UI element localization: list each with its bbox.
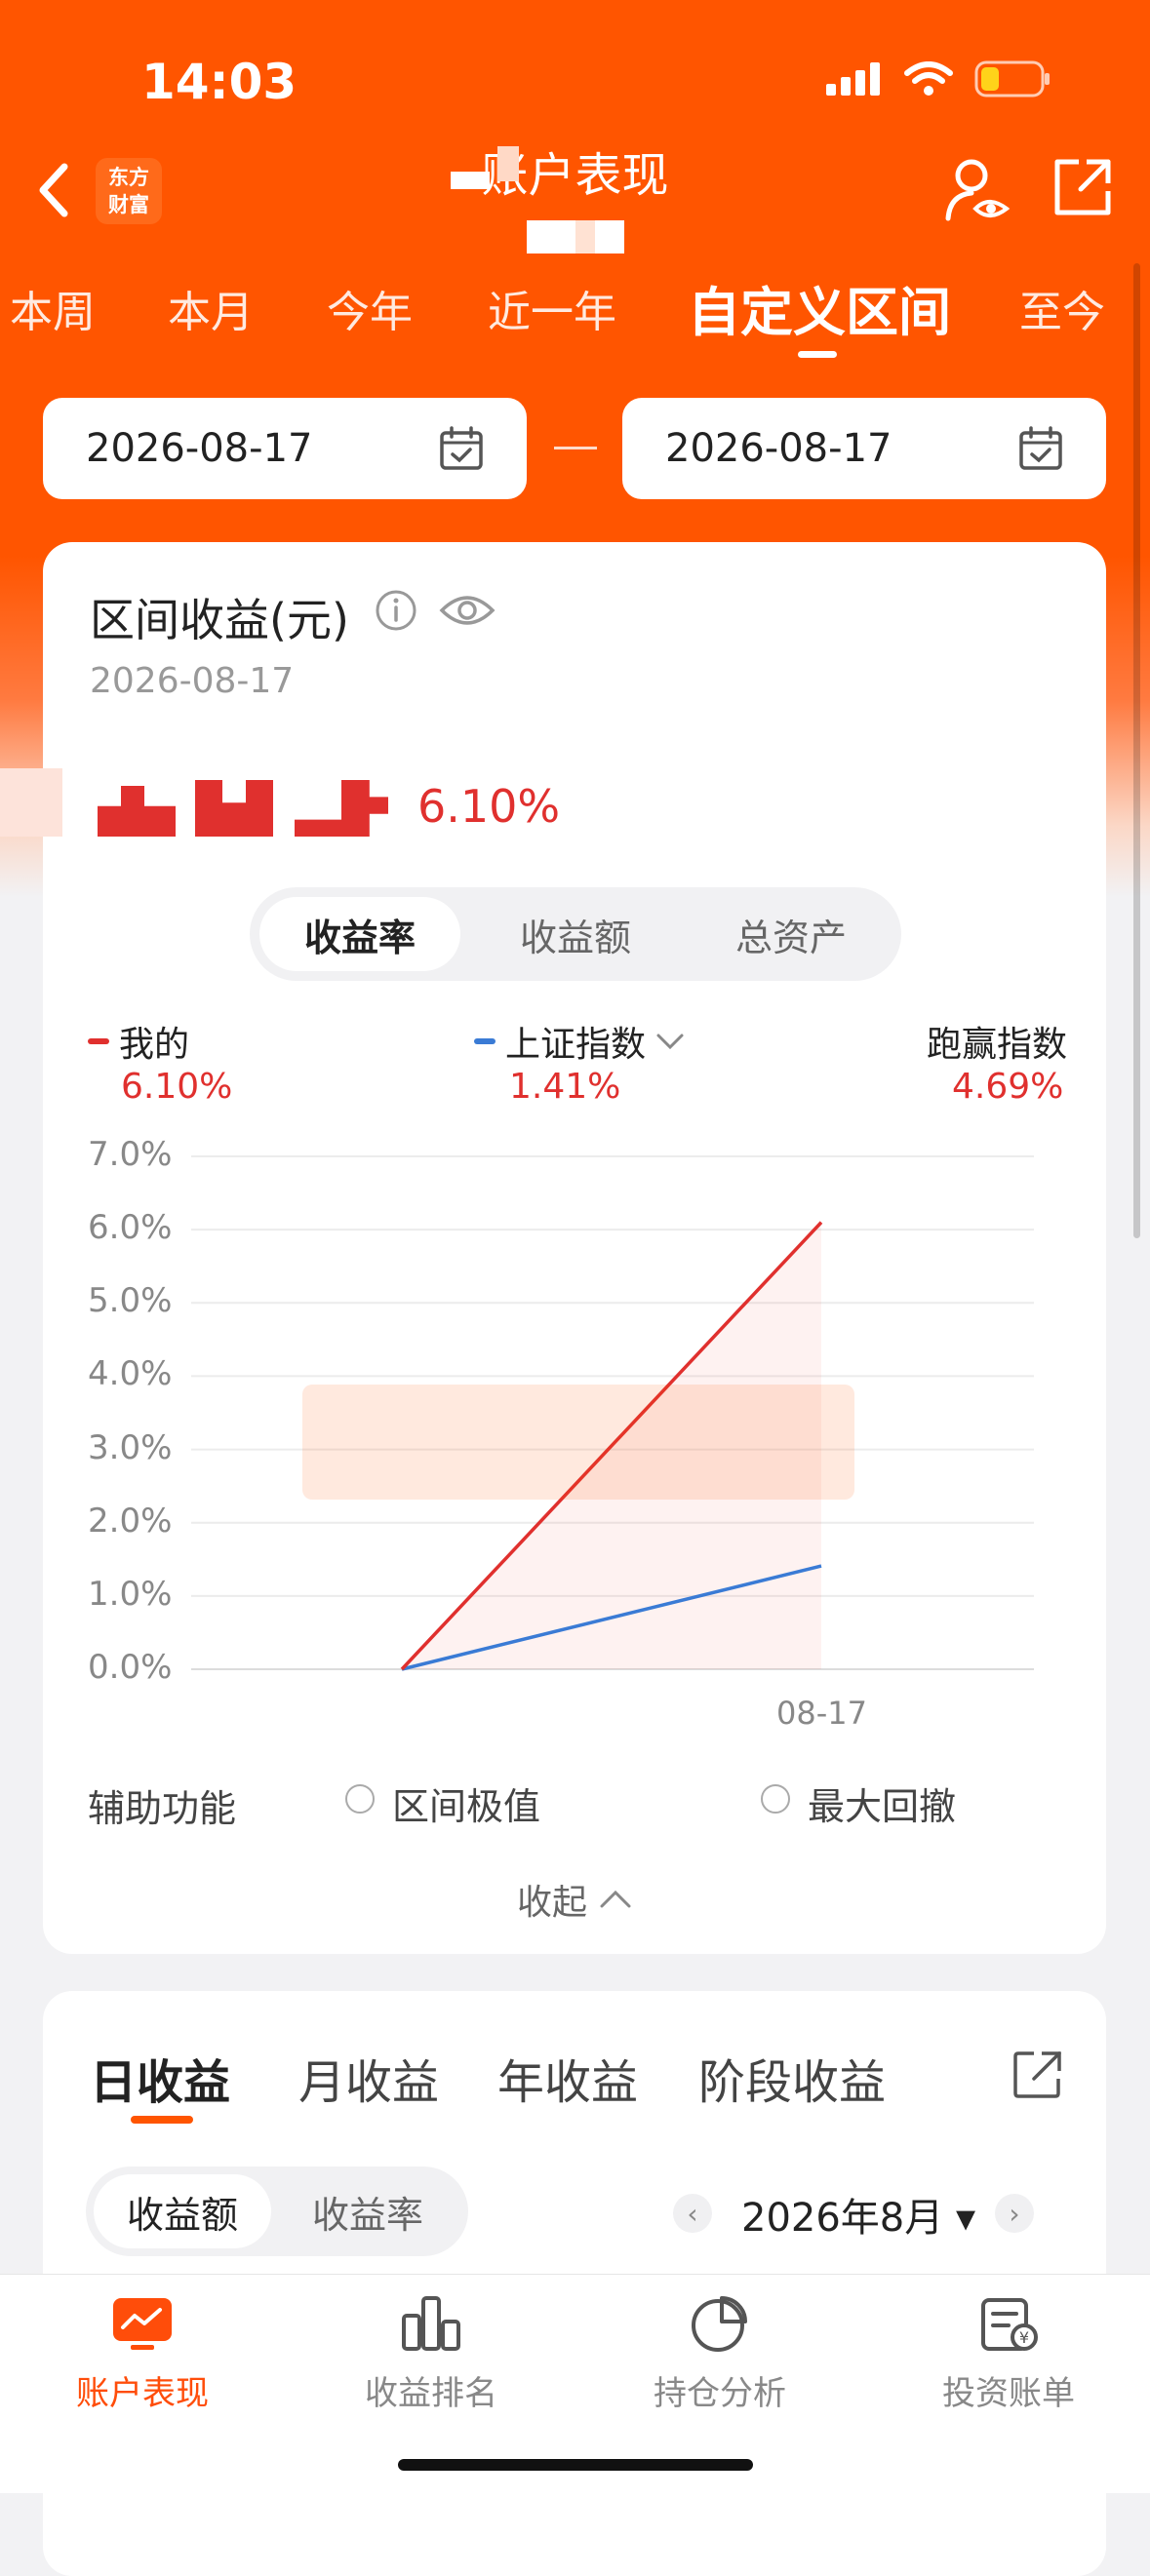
scrollbar[interactable] [1133,263,1140,1238]
chevron-up-icon [600,1890,631,1908]
nav-account-performance[interactable]: 账户表现 [45,2294,240,2414]
watermark [302,1385,854,1500]
tab-yearly-return[interactable]: 年收益 [497,2044,638,2112]
range-extreme-radio[interactable] [345,1784,375,1814]
tab-stage-return[interactable]: 阶段收益 [698,2044,886,2112]
nav-investment-bill[interactable]: ¥ 投资账单 [911,2294,1106,2414]
bar-chart-icon [402,2296,460,2351]
prev-month-button[interactable]: ‹ [673,2194,712,2233]
pie-chart-icon [692,2296,747,2352]
value-tab-rate[interactable]: 收益率 [279,2174,456,2248]
max-drawdown-label[interactable]: 最大回撤 [808,1776,956,1830]
active-tab-indicator [131,2116,193,2124]
range-extreme-label[interactable]: 区间极值 [392,1776,540,1830]
max-drawdown-radio[interactable] [761,1784,790,1814]
bill-icon: ¥ [981,2298,1038,2351]
nav-holdings-analysis[interactable]: 持仓分析 [622,2294,817,2414]
value-tab-amount[interactable]: 收益额 [94,2174,271,2248]
nav-label: 持仓分析 [654,2374,786,2413]
collapse-label: 收起 [517,1883,588,1923]
home-indicator [398,2459,753,2471]
nav-label: 投资账单 [942,2374,1075,2413]
svg-text:¥: ¥ [1019,2328,1029,2347]
collapse-button[interactable]: 收起 [517,1874,632,1925]
aux-functions-label: 辅助功能 [88,1787,237,1830]
next-month-button[interactable]: › [995,2194,1034,2233]
value-segment-control: 收益额 收益率 [86,2166,468,2256]
nav-label: 账户表现 [76,2374,209,2413]
nav-return-ranking[interactable]: 收益排名 [334,2294,529,2414]
month-selector[interactable]: 2026年8月 ▾ [741,2186,975,2243]
tab-monthly-return[interactable]: 月收益 [298,2044,439,2112]
nav-label: 收益排名 [365,2374,497,2413]
chart-icon [113,2298,172,2350]
tab-daily-return[interactable]: 日收益 [90,2044,230,2112]
export-icon[interactable] [1012,2049,1063,2100]
